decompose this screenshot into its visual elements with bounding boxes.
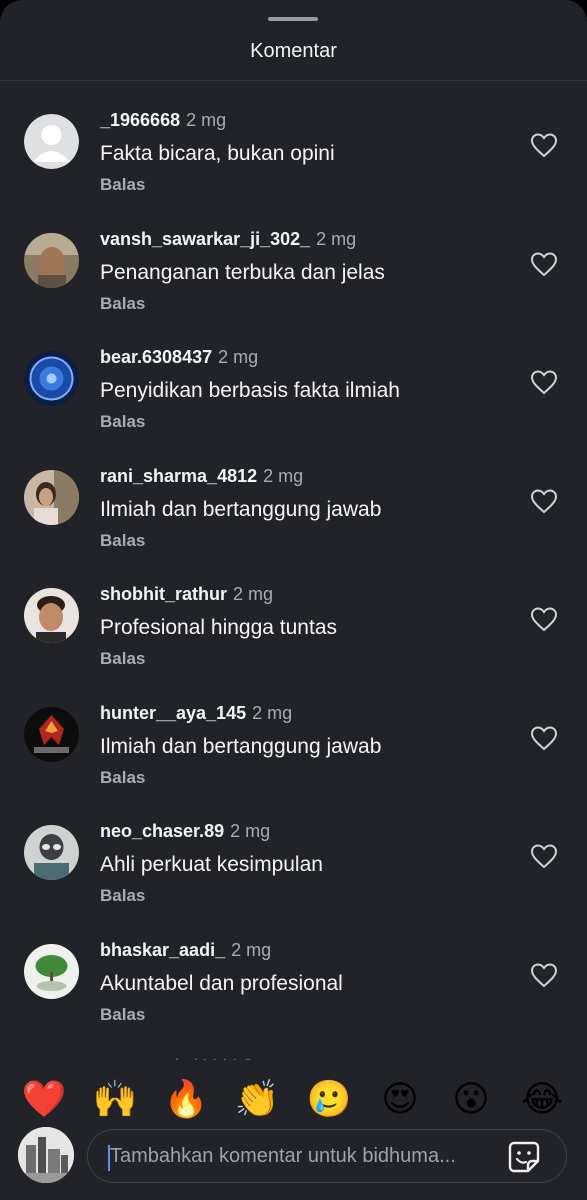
comment-item: neo_chaser.89 2 mg Ahli perkuat kesimpula… bbox=[0, 793, 587, 912]
comment-username[interactable]: bear.6308437 bbox=[100, 347, 212, 367]
teary-smile-emoji-button[interactable]: 🥲 bbox=[305, 1076, 353, 1124]
comment-text: Ahli perkuat kesimpulan bbox=[100, 853, 323, 876]
header-divider bbox=[0, 80, 587, 81]
heart-icon[interactable] bbox=[530, 843, 558, 869]
comment-username[interactable]: bhaskar_aadi_ bbox=[100, 940, 225, 960]
comment-text: Fakta bicara, bukan opini bbox=[100, 142, 335, 165]
comment-input[interactable]: Tambahkan komentar untuk bidhuma... bbox=[87, 1129, 567, 1183]
comments-sheet: Komentar _1966668 2 mg Fakta bicara, buka… bbox=[0, 0, 587, 1200]
surprised-emoji-button[interactable]: 😮 bbox=[447, 1076, 495, 1124]
comment-item: vansh_sawarkar_ji_302_ 2 mg Penanganan te… bbox=[0, 201, 587, 320]
comment-list[interactable]: _1966668 2 mg Fakta bicara, bukan opini B… bbox=[0, 82, 587, 1062]
comment-time: 2 mg bbox=[186, 110, 227, 130]
avatar[interactable] bbox=[24, 232, 79, 288]
reply-button[interactable]: Balas bbox=[100, 1005, 145, 1025]
comment-username[interactable]: neo_chaser.89 bbox=[100, 821, 224, 841]
comment-text: Ilmiah dan bertanggung jawab bbox=[100, 734, 382, 758]
reply-button[interactable]: Balas bbox=[100, 294, 145, 314]
comment-username[interactable]: _1966668 bbox=[100, 110, 180, 130]
comment-text: Akuntabel dan profesional bbox=[100, 971, 343, 995]
comment-item: hunter__aya_145 2 mg Ilmiah dan bertanggu… bbox=[0, 675, 587, 794]
drag-handle[interactable] bbox=[268, 17, 318, 21]
heart-icon[interactable] bbox=[530, 251, 558, 277]
comment-time: 2 mg bbox=[233, 584, 274, 604]
comment-item: _1966668 2 mg Fakta bicara, bukan opini B… bbox=[0, 82, 587, 201]
comment-text: Penanganan terbuka dan jelas bbox=[100, 260, 385, 284]
raising-hands-emoji-button[interactable]: 🙌 bbox=[91, 1076, 139, 1124]
current-user-avatar bbox=[18, 1127, 74, 1183]
reply-button[interactable]: Balas bbox=[100, 175, 145, 195]
avatar[interactable] bbox=[24, 588, 79, 643]
comment-input-placeholder: Tambahkan komentar untuk bidhuma... bbox=[110, 1145, 456, 1167]
comment-time: 2 mg bbox=[231, 939, 272, 960]
avatar[interactable] bbox=[24, 825, 79, 880]
comment-username[interactable]: hunter__aya_145 bbox=[100, 703, 246, 723]
comment-username[interactable]: vansh_sawarkar_ji_302_ bbox=[100, 229, 310, 249]
heart-emoji-button[interactable]: ❤️ bbox=[20, 1076, 68, 1124]
avatar[interactable] bbox=[24, 943, 79, 999]
comment-item: bear.6308437 2 mg Penyidikan berbasis fak… bbox=[0, 319, 587, 438]
sticker-icon[interactable] bbox=[506, 1139, 542, 1175]
reply-button[interactable]: Balas bbox=[100, 649, 145, 669]
comment-time: 2 mg bbox=[316, 228, 357, 249]
comment-item: shobhit_rathur 2 mg Profesional hingga tu… bbox=[0, 556, 587, 675]
comment-text: Ilmiah dan bertanggung jawab bbox=[100, 497, 382, 521]
comment-username[interactable]: shobhit_rathur bbox=[100, 584, 227, 604]
heart-icon[interactable] bbox=[530, 488, 558, 514]
comment-time: 2 mg bbox=[263, 465, 304, 486]
comment-text: Profesional hingga tuntas bbox=[100, 616, 337, 639]
avatar[interactable] bbox=[24, 706, 79, 762]
heart-icon[interactable] bbox=[530, 369, 558, 395]
heart-icon[interactable] bbox=[530, 725, 558, 751]
heart-icon[interactable] bbox=[530, 132, 558, 158]
comment-item: rani_sharma_4812 2 mg Ilmiah dan bertangg… bbox=[0, 438, 587, 557]
heart-eyes-emoji-button[interactable]: 😍 bbox=[376, 1076, 424, 1124]
clapping-emoji-button[interactable]: 👏 bbox=[233, 1076, 281, 1124]
fire-emoji-button[interactable]: 🔥 bbox=[162, 1076, 210, 1124]
heart-icon[interactable] bbox=[530, 606, 558, 632]
comment-time: 2 mg bbox=[230, 821, 271, 841]
avatar[interactable] bbox=[24, 114, 79, 169]
comment-username[interactable]: rani_sharma_4812 bbox=[100, 466, 257, 486]
reply-button[interactable]: Balas bbox=[100, 412, 145, 432]
comment-time: 2 mg bbox=[252, 702, 293, 723]
laughing-emoji-button[interactable]: 😂 bbox=[518, 1076, 566, 1124]
avatar[interactable] bbox=[24, 351, 79, 406]
heart-icon[interactable] bbox=[530, 962, 558, 988]
sheet-title: Komentar bbox=[250, 40, 337, 62]
reply-button[interactable]: Balas bbox=[100, 886, 145, 906]
comment-time: 2 mg bbox=[218, 347, 259, 367]
comment-item: bhaskar_aadi_ 2 mg Akuntabel dan profesio… bbox=[0, 912, 587, 1031]
reply-button[interactable]: Balas bbox=[100, 531, 145, 551]
reply-button[interactable]: Balas bbox=[100, 768, 145, 788]
comment-text: Penyidikan berbasis fakta ilmiah bbox=[100, 379, 400, 402]
avatar[interactable] bbox=[24, 469, 79, 525]
